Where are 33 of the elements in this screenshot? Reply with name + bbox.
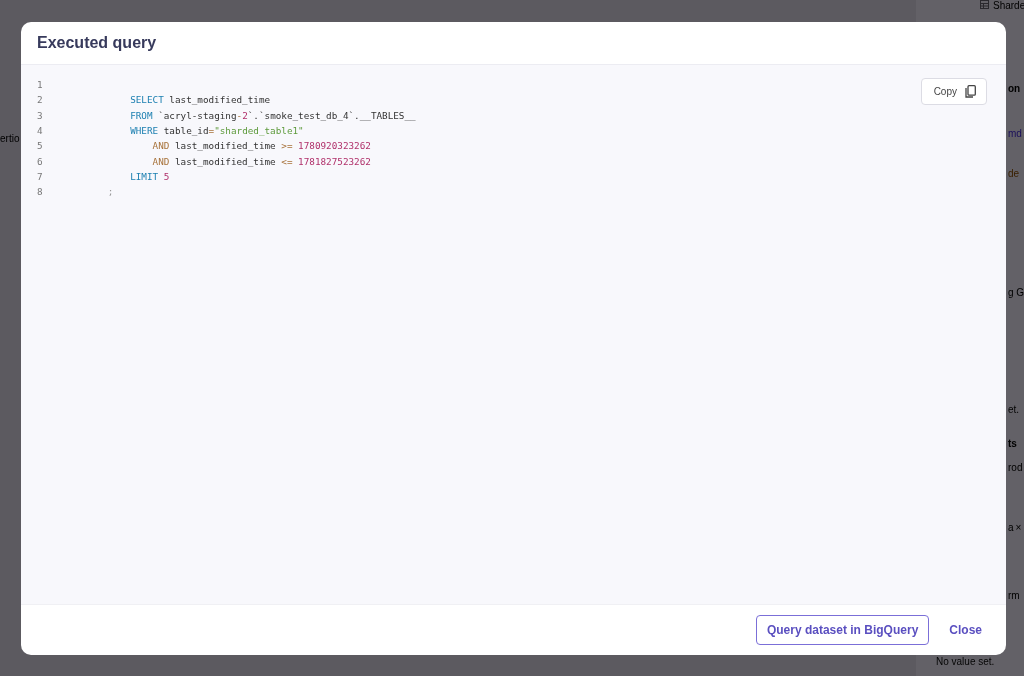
background-text: Sharde: [980, 0, 1024, 11]
background-text: No value set.: [936, 656, 995, 667]
code-line: FROM `acryl-staging-2`.`smoke_test_db_4`.__TABLES__: [129, 109, 416, 121]
code-line: SELECT last_modified_time: [129, 94, 271, 106]
code-line: WHERE table_id="sharded_table1": [129, 125, 304, 137]
copy-icon: [965, 85, 976, 98]
line-number: 1: [37, 79, 44, 91]
line-number: 3: [37, 109, 44, 121]
line-number: 7: [37, 170, 44, 182]
background-text: md: [1008, 128, 1022, 139]
background-text: et.: [1008, 404, 1020, 415]
background-text: rm: [1008, 590, 1020, 601]
background-text: ts: [1008, 438, 1017, 449]
code-line: ;: [106, 186, 114, 198]
line-number: 4: [37, 125, 44, 137]
background-text: on: [1008, 83, 1021, 94]
background-text: a ×: [1008, 522, 1022, 533]
dialog-title: Executed query: [37, 34, 157, 52]
background-text: rod: [1008, 462, 1023, 473]
line-number: 2: [37, 94, 44, 106]
code-line: AND last_modified_time >= 1780920323262: [151, 140, 371, 152]
copy-button[interactable]: Copy: [920, 78, 987, 105]
close-icon: ×: [1015, 522, 1022, 533]
code-line: LIMIT 5: [129, 170, 170, 182]
background-text: ertio: [0, 133, 20, 144]
line-number: 6: [37, 155, 44, 167]
table-icon: [980, 0, 989, 9]
line-number: 5: [37, 140, 44, 152]
code-line: AND last_modified_time <= 1781827523262: [151, 155, 371, 167]
query-button[interactable]: Query dataset in BigQuery: [755, 615, 930, 645]
background-text: de: [1008, 168, 1020, 179]
background-text: g G: [1008, 287, 1024, 298]
line-number: 8: [37, 186, 44, 198]
